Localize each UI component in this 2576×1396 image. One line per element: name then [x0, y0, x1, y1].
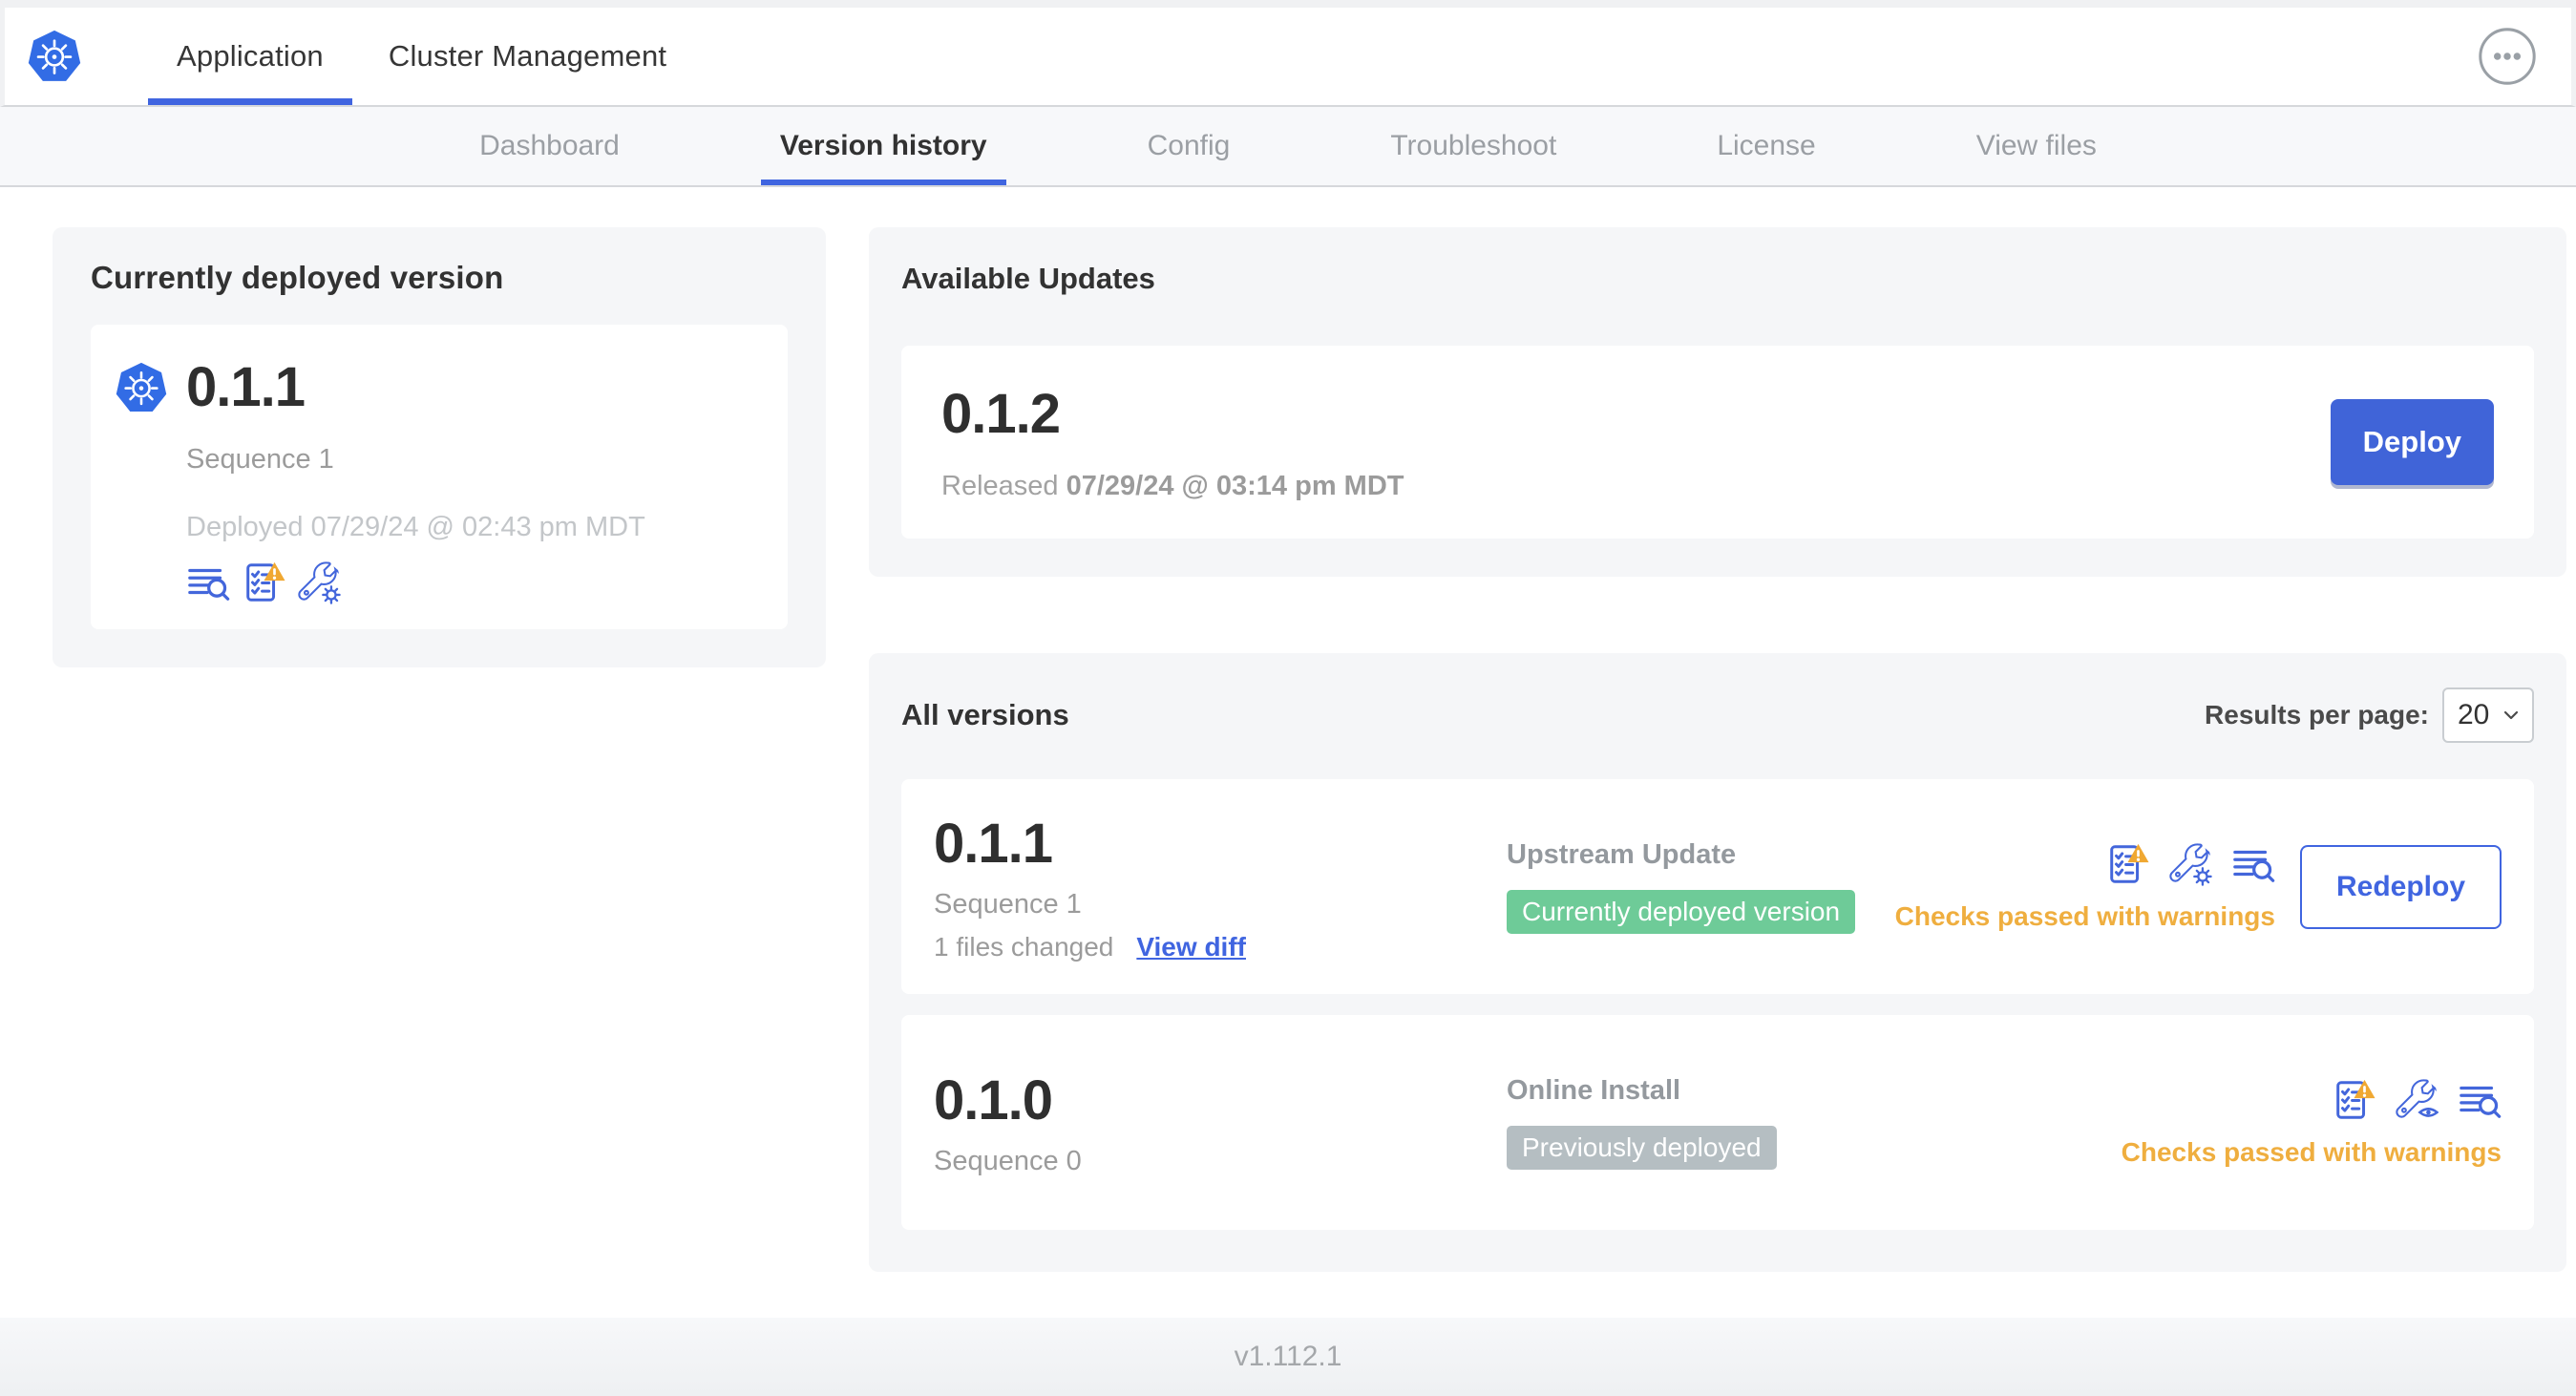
page: Application Cluster Management Dashboard…	[0, 0, 2576, 1396]
app-footer: v1.112.1	[0, 1318, 2576, 1396]
version-row-0-1-1: 0.1.1 Sequence 1 1 files changed View di…	[901, 779, 2534, 994]
version-info: 0.1.1 Sequence 1 1 files changed View di…	[934, 812, 1507, 962]
view-diff-link[interactable]: View diff	[1136, 932, 1246, 962]
version-sequence: Sequence 1	[934, 888, 1082, 920]
chevron-down-icon	[2503, 710, 2519, 720]
subnav-tab-view-files-label: View files	[1975, 130, 2097, 161]
version-source: Upstream Update	[1507, 839, 1737, 870]
subnav-tab-dashboard[interactable]: Dashboard	[460, 107, 639, 185]
currently-deployed-title: Currently deployed version	[91, 260, 504, 295]
version-sequence: Sequence 0	[934, 1145, 1082, 1176]
version-actions: Checks passed with warnings Redeploy	[1895, 841, 2502, 932]
release-notes-icon[interactable]	[2231, 842, 2275, 886]
available-updates-card: Available Updates 0.1.2 Released 07/29/2…	[869, 227, 2566, 577]
deployed-version-number: 0.1.1	[186, 356, 306, 418]
available-updates-title: Available Updates	[901, 262, 1155, 295]
app-subnav: Dashboard Version history Config Trouble…	[0, 107, 2576, 187]
preflight-checks-warning-icon[interactable]	[242, 561, 285, 604]
header-spacer	[703, 8, 2476, 105]
preflight-checks-warning-icon[interactable]	[2332, 1077, 2375, 1122]
preflight-status-link[interactable]: Checks passed with warnings	[1895, 901, 2275, 932]
all-versions-card: All versions Results per page: 20 0.1.1 …	[869, 653, 2566, 1272]
subnav-tab-license-label: License	[1717, 130, 1816, 161]
edit-config-icon[interactable]	[297, 561, 341, 604]
all-versions-header: All versions Results per page: 20	[901, 687, 2534, 743]
main-content: Currently deployed version 0.1.1 Sequenc…	[0, 187, 2576, 1318]
tab-cluster-management[interactable]: Cluster Management	[360, 8, 695, 105]
currently-deployed-card: Currently deployed version 0.1.1 Sequenc…	[53, 227, 826, 667]
view-config-icon[interactable]	[2395, 1078, 2439, 1122]
available-update-row: 0.1.2 Released 07/29/24 @ 03:14 pm MDT D…	[901, 346, 2534, 539]
deployed-sequence: Sequence 1	[186, 444, 334, 475]
right-column: Available Updates 0.1.2 Released 07/29/2…	[869, 227, 2566, 1272]
tab-application-label: Application	[177, 39, 324, 73]
subnav-tab-config-label: Config	[1147, 130, 1231, 161]
deployed-version-actions	[186, 561, 645, 604]
release-notes-icon[interactable]	[186, 561, 230, 604]
subnav-tab-dashboard-label: Dashboard	[479, 130, 620, 161]
released-date: 07/29/24 @ 03:14 pm MDT	[1066, 471, 1404, 501]
version-info: 0.1.0 Sequence 0	[934, 1068, 1507, 1177]
edit-config-icon[interactable]	[2168, 842, 2212, 886]
subnav-tab-troubleshoot-label: Troubleshoot	[1390, 130, 1557, 161]
tab-cluster-management-label: Cluster Management	[388, 39, 667, 73]
release-notes-icon[interactable]	[2458, 1078, 2502, 1122]
version-source-block: Online Install Previously deployed	[1507, 1075, 2122, 1170]
update-version-number: 0.1.2	[941, 383, 1061, 445]
subnav-tab-view-files[interactable]: View files	[1957, 107, 2116, 185]
released-prefix: Released	[941, 471, 1059, 501]
version-action-icons	[2105, 841, 2275, 886]
redeploy-button[interactable]: Redeploy	[2299, 844, 2502, 929]
kubernetes-logo[interactable]	[28, 8, 81, 105]
subnav-tab-troubleshoot[interactable]: Troubleshoot	[1371, 107, 1575, 185]
currently-deployed-badge: Currently deployed version	[1507, 890, 1856, 934]
checks-column: Checks passed with warnings	[1895, 841, 2275, 932]
version-source-block: Upstream Update Currently deployed versi…	[1507, 839, 1895, 934]
subnav-tab-version-history-label: Version history	[779, 130, 987, 161]
results-per-page-value: 20	[2458, 699, 2490, 730]
version-number: 0.1.1	[934, 812, 1053, 875]
overflow-menu-button[interactable]	[2476, 25, 2539, 88]
all-versions-title: All versions	[901, 698, 1069, 731]
window-top-edge	[0, 0, 2576, 8]
preflight-status-link[interactable]: Checks passed with warnings	[2122, 1137, 2502, 1168]
version-source: Online Install	[1507, 1075, 1681, 1106]
previously-deployed-badge: Previously deployed	[1507, 1126, 1777, 1170]
subnav-tab-license[interactable]: License	[1698, 107, 1834, 185]
checks-column: Checks passed with warnings	[2122, 1077, 2502, 1168]
app-icon-kubernetes	[116, 355, 167, 604]
subnav-tab-version-history[interactable]: Version history	[760, 107, 1006, 185]
deployed-timestamp: Deployed 07/29/24 @ 02:43 pm MDT	[186, 512, 645, 542]
main-nav: Application Cluster Management	[148, 8, 703, 105]
version-row-0-1-0: 0.1.0 Sequence 0 Online Install Previous…	[901, 1015, 2534, 1230]
update-released-line: Released 07/29/24 @ 03:14 pm MDT	[941, 471, 1404, 502]
version-number: 0.1.0	[934, 1068, 1053, 1132]
app-header: Application Cluster Management	[0, 8, 2576, 107]
preflight-checks-warning-icon[interactable]	[2105, 841, 2149, 886]
version-actions: Checks passed with warnings	[2122, 1077, 2502, 1168]
deploy-button[interactable]: Deploy	[2330, 399, 2494, 485]
results-per-page-label: Results per page:	[2205, 700, 2429, 730]
subnav-tab-config[interactable]: Config	[1129, 107, 1250, 185]
currently-deployed-version-card: 0.1.1 Sequence 1 Deployed 07/29/24 @ 02:…	[91, 325, 788, 629]
results-per-page-select[interactable]: 20	[2442, 687, 2534, 743]
version-action-icons	[2332, 1077, 2502, 1122]
console-version: v1.112.1	[1234, 1341, 1342, 1372]
files-changed-text: 1 files changed	[934, 931, 1114, 962]
tab-application[interactable]: Application	[148, 8, 352, 105]
